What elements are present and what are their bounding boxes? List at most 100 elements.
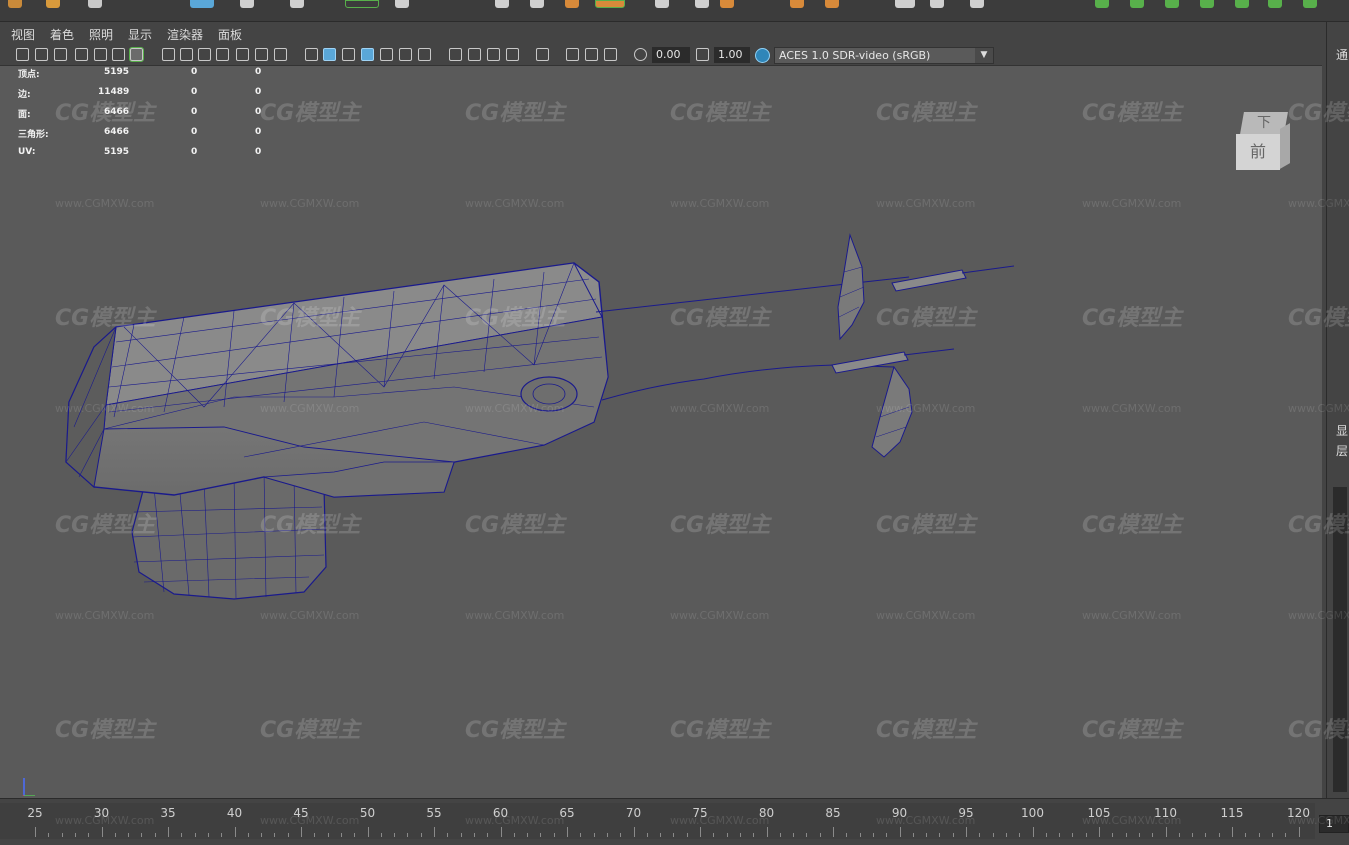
timeline-tick-label: 30 bbox=[93, 806, 110, 820]
lighting-icon[interactable] bbox=[399, 48, 412, 61]
shelf-tool-icon[interactable] bbox=[895, 0, 915, 8]
shelf-tool-icon[interactable] bbox=[1095, 0, 1109, 8]
color-management-icon[interactable] bbox=[755, 48, 770, 63]
shelf-tool-icon[interactable] bbox=[190, 0, 214, 8]
3d-viewport[interactable]: 顶点: 5195 0 0 边: 11489 0 0 面: 6466 0 0 三角… bbox=[4, 67, 1318, 796]
shadows-icon[interactable] bbox=[418, 48, 431, 61]
shelf-tool-icon[interactable] bbox=[345, 0, 379, 8]
panel-tab-layers[interactable]: 层 bbox=[1336, 442, 1348, 459]
xray-icon[interactable] bbox=[566, 48, 579, 61]
camera-icon[interactable] bbox=[16, 48, 29, 61]
anti-aliasing-icon[interactable] bbox=[487, 48, 500, 61]
shelf-tool-icon[interactable] bbox=[1303, 0, 1317, 8]
shelf-tool-icon[interactable] bbox=[46, 0, 60, 8]
timeline-minor-tick bbox=[1005, 833, 1007, 837]
safe-title-icon[interactable] bbox=[274, 48, 287, 61]
timeline-tick-label: 60 bbox=[492, 806, 509, 820]
safe-action-icon[interactable] bbox=[255, 48, 268, 61]
menu-renderer[interactable]: 渲染器 bbox=[167, 26, 203, 43]
image-plane-icon[interactable] bbox=[75, 48, 88, 61]
shelf-tool-icon[interactable] bbox=[530, 0, 544, 8]
timeline-tick-label: 115 bbox=[1220, 806, 1244, 820]
smooth-shade-icon[interactable] bbox=[323, 48, 336, 61]
shelf-tool-icon[interactable] bbox=[290, 0, 304, 8]
film-gate-icon[interactable] bbox=[180, 48, 193, 61]
shelf-tool-icon[interactable] bbox=[930, 0, 944, 8]
timeline-tick-label: 100 bbox=[1021, 806, 1044, 820]
color-space-dropdown[interactable]: ACES 1.0 SDR-video (sRGB) ▼ bbox=[774, 47, 994, 64]
shelf-tool-icon[interactable] bbox=[790, 0, 804, 8]
time-slider[interactable]: 25 30 35 40 45 50 55 60 65 70 75 80 85 90 95 100 105 110 1… bbox=[0, 798, 1349, 845]
panel-scrollbar[interactable] bbox=[1333, 487, 1347, 792]
shelf-tool-icon[interactable] bbox=[240, 0, 254, 8]
timeline-tick bbox=[633, 827, 635, 837]
motion-blur-icon[interactable] bbox=[468, 48, 481, 61]
timeline-minor-tick bbox=[194, 833, 196, 837]
color-space-label: ACES 1.0 SDR-video (sRGB) bbox=[779, 49, 931, 62]
wireframe-icon[interactable] bbox=[305, 48, 318, 61]
bookmark-icon[interactable] bbox=[54, 48, 67, 61]
shelf-tool-icon[interactable] bbox=[565, 0, 579, 8]
timeline-tick-label: 110 bbox=[1154, 806, 1177, 820]
gate-mask-icon[interactable] bbox=[216, 48, 229, 61]
shelf-tool-icon[interactable] bbox=[720, 0, 734, 8]
screen-space-ao-icon[interactable] bbox=[449, 48, 462, 61]
maya-window: 视图 着色 照明 显示 渲染器 面板 0.00 1.00 ACES 1.0 SD… bbox=[0, 0, 1349, 845]
shelf-tool-icon[interactable] bbox=[970, 0, 984, 8]
menu-panels[interactable]: 面板 bbox=[218, 26, 242, 43]
timeline-minor-tick bbox=[686, 833, 688, 837]
attribute-panel-edge: 通 显 层 bbox=[1326, 22, 1349, 798]
model-wireframe bbox=[65, 233, 1015, 600]
menu-lighting[interactable]: 照明 bbox=[89, 26, 113, 43]
view-cube[interactable]: 下 前 bbox=[1236, 112, 1290, 170]
timeline-minor-tick bbox=[447, 833, 449, 837]
panel-tab-label[interactable]: 通 bbox=[1336, 46, 1348, 63]
default-material-icon[interactable] bbox=[342, 48, 355, 61]
depth-of-field-icon[interactable] bbox=[506, 48, 519, 61]
shelf-tool-icon[interactable] bbox=[1268, 0, 1282, 8]
xray-active-icon[interactable] bbox=[604, 48, 617, 61]
timeline-minor-tick bbox=[1245, 833, 1247, 837]
menu-shading[interactable]: 着色 bbox=[50, 26, 74, 43]
field-chart-icon[interactable] bbox=[236, 48, 249, 61]
shelf-tool-icon[interactable] bbox=[395, 0, 409, 8]
xray-joints-icon[interactable] bbox=[585, 48, 598, 61]
shelf-tool-icon[interactable] bbox=[1130, 0, 1144, 8]
shelf-tool-icon[interactable] bbox=[825, 0, 839, 8]
timeline-tick-label: 40 bbox=[226, 806, 243, 820]
wireframe-on-shaded-icon[interactable] bbox=[361, 48, 374, 61]
grease-pencil-icon[interactable] bbox=[94, 48, 107, 61]
shelf-tool-icon[interactable] bbox=[1235, 0, 1249, 8]
grid-icon[interactable] bbox=[162, 48, 175, 61]
timeline-minor-tick bbox=[221, 833, 223, 837]
menu-view[interactable]: 视图 bbox=[11, 26, 35, 43]
pencil-icon[interactable] bbox=[129, 47, 144, 62]
textured-icon[interactable] bbox=[380, 48, 393, 61]
shelf-tool-icon[interactable] bbox=[495, 0, 509, 8]
exposure-icon[interactable] bbox=[634, 48, 647, 61]
shelf-tool-icon[interactable] bbox=[8, 0, 22, 8]
timeline-minor-tick bbox=[1112, 833, 1114, 837]
shelf-tool-icon[interactable] bbox=[88, 0, 102, 8]
exposure-field[interactable]: 0.00 bbox=[652, 47, 690, 63]
timeline-minor-tick bbox=[314, 833, 316, 837]
panel-tab-display[interactable]: 显 bbox=[1336, 422, 1348, 439]
shelf-tool-icon[interactable] bbox=[1200, 0, 1214, 8]
time-ruler[interactable]: 25 30 35 40 45 50 55 60 65 70 75 80 85 90 95 100 105 110 1… bbox=[0, 803, 1315, 839]
current-frame-field[interactable]: 1 bbox=[1319, 815, 1349, 833]
isolate-select-icon[interactable] bbox=[536, 48, 549, 61]
shelf-tool-icon[interactable] bbox=[1165, 0, 1179, 8]
resolution-gate-icon[interactable] bbox=[198, 48, 211, 61]
shelf-tool-icon[interactable] bbox=[655, 0, 669, 8]
camera-attributes-icon[interactable] bbox=[35, 48, 48, 61]
view-cube-front[interactable]: 前 bbox=[1236, 134, 1280, 170]
timeline-minor-tick bbox=[394, 833, 396, 837]
timeline-minor-tick bbox=[1192, 833, 1194, 837]
gamma-icon[interactable] bbox=[696, 48, 709, 61]
view-cube-side[interactable] bbox=[1280, 123, 1290, 169]
gamma-field[interactable]: 1.00 bbox=[714, 47, 750, 63]
shelf-tool-icon[interactable] bbox=[695, 0, 709, 8]
menu-show[interactable]: 显示 bbox=[128, 26, 152, 43]
snap-icon[interactable] bbox=[112, 48, 125, 61]
shelf-tool-icon[interactable] bbox=[595, 0, 625, 8]
